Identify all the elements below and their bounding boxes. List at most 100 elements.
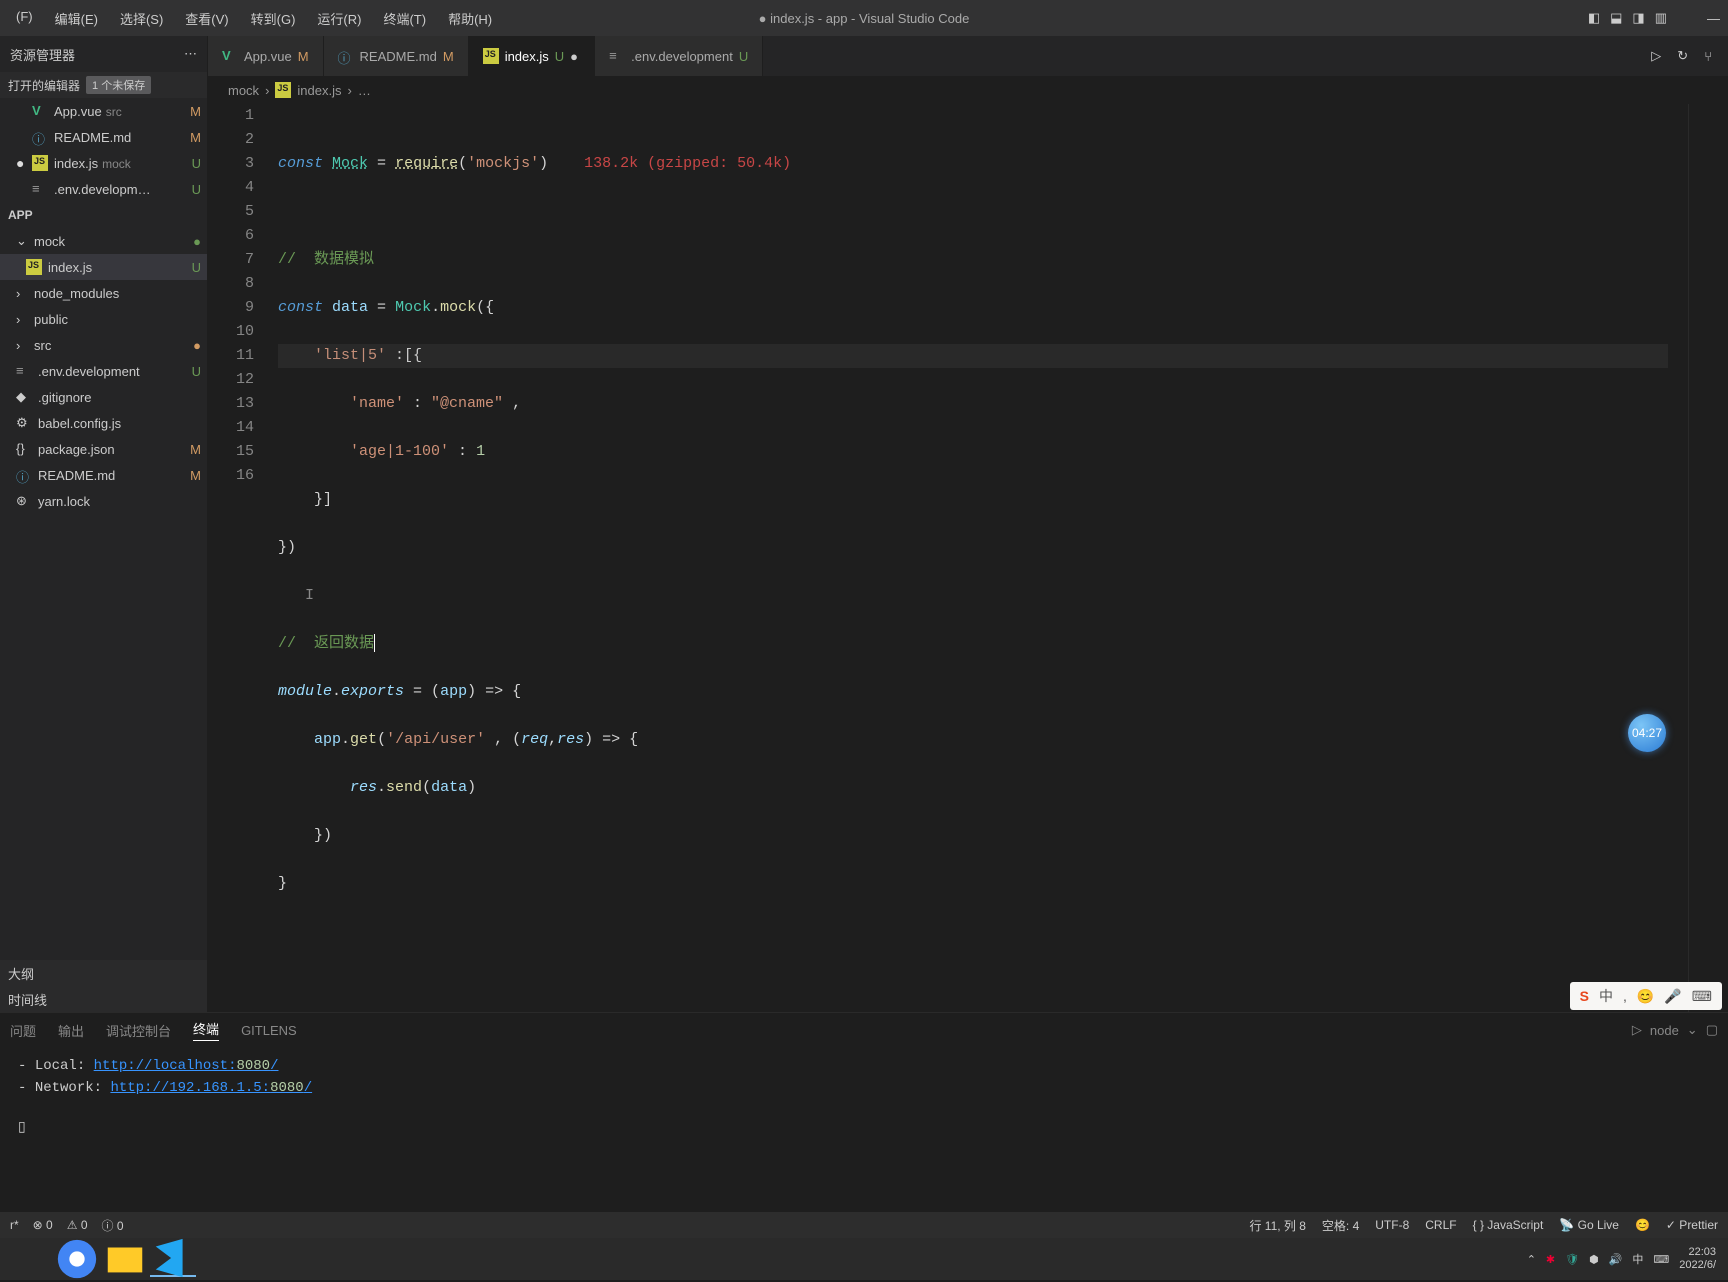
- menu-view[interactable]: 查看(V): [175, 5, 238, 32]
- editor-tab[interactable]: V App.vue M: [208, 36, 324, 76]
- chrome-icon[interactable]: [54, 1241, 100, 1277]
- editor-tab[interactable]: ⓘ README.md M: [324, 36, 469, 76]
- file-item[interactable]: ≡.env.development U: [0, 358, 207, 384]
- panel-tab-problems[interactable]: 问题: [10, 1021, 36, 1040]
- md-icon: ⓘ: [32, 129, 48, 145]
- file-item[interactable]: ⓘREADME.md M: [0, 462, 207, 488]
- status-warnings[interactable]: ⚠ 0: [67, 1218, 88, 1232]
- status-indent[interactable]: 空格: 4: [1322, 1217, 1359, 1234]
- vscode-icon[interactable]: [150, 1241, 196, 1277]
- explorer-icon[interactable]: [102, 1241, 148, 1277]
- folder-item[interactable]: ›node_modules: [0, 280, 207, 306]
- editor-tab[interactable]: JS index.js U ●: [469, 36, 595, 76]
- file-item[interactable]: ⚙babel.config.js: [0, 410, 207, 436]
- ime-keyboard-icon[interactable]: ⌨: [1692, 988, 1712, 1005]
- folder-item[interactable]: ›public: [0, 306, 207, 332]
- tray-ime[interactable]: 中: [1632, 1251, 1643, 1267]
- terminal-split-icon[interactable]: ⌄: [1687, 1022, 1698, 1038]
- breadcrumb-folder[interactable]: mock: [228, 83, 259, 98]
- tray-shield-icon[interactable]: 🛡: [1565, 1253, 1579, 1266]
- status-info[interactable]: ⓘ 0: [102, 1217, 124, 1234]
- file-item[interactable]: ⊛yarn.lock: [0, 488, 207, 514]
- sidebar: 资源管理器 ⋯ 打开的编辑器 1 个未保存 V App.vuesrc M ⓘ R…: [0, 36, 208, 1012]
- menu-select[interactable]: 选择(S): [110, 5, 173, 32]
- history-icon[interactable]: ↻: [1677, 48, 1688, 64]
- clock-time[interactable]: 22:03: [1679, 1246, 1716, 1259]
- open-editor-item[interactable]: ● JS index.jsmock U: [0, 150, 207, 176]
- diff-icon[interactable]: ⑂: [1704, 49, 1712, 64]
- js-icon: JS: [275, 82, 291, 98]
- timeline-section[interactable]: 时间线: [0, 986, 207, 1012]
- layout-bottom-icon[interactable]: ⬓: [1610, 10, 1622, 26]
- editor[interactable]: 12345678910111213141516 const Mock = req…: [208, 104, 1728, 1012]
- current-line-highlight: [278, 344, 1668, 368]
- panel-tab-debug[interactable]: 调试控制台: [106, 1021, 171, 1040]
- status-golive[interactable]: 📡 Go Live: [1559, 1218, 1619, 1232]
- layout-right-icon[interactable]: ◨: [1632, 10, 1644, 26]
- status-eol[interactable]: CRLF: [1425, 1218, 1456, 1232]
- more-icon[interactable]: ⋯: [184, 46, 197, 62]
- layout-grid-icon[interactable]: ▥: [1655, 10, 1667, 26]
- tray-icon[interactable]: ⬢: [1589, 1253, 1599, 1266]
- file-item[interactable]: {}package.json M: [0, 436, 207, 462]
- ime-emoji-icon[interactable]: 😊: [1637, 988, 1654, 1005]
- timeline-label: 时间线: [8, 990, 201, 1009]
- vcs-status: U: [181, 260, 201, 275]
- terminal-icon[interactable]: ▷: [1632, 1022, 1642, 1038]
- ime-floating-bar[interactable]: S 中 , 😊 🎤 ⌨: [1570, 982, 1722, 1010]
- menu-goto[interactable]: 转到(G): [241, 5, 306, 32]
- outline-section[interactable]: 大纲: [0, 960, 207, 986]
- layout-left-icon[interactable]: ◧: [1588, 10, 1600, 26]
- code-content[interactable]: const Mock = require('mockjs') 138.2k (g…: [278, 104, 1688, 1012]
- tray-up-icon[interactable]: ⌃: [1527, 1253, 1536, 1266]
- status-feedback-icon[interactable]: 😊: [1635, 1218, 1650, 1232]
- breadcrumb[interactable]: mock › JS index.js › …: [208, 76, 1728, 104]
- breadcrumb-more[interactable]: …: [358, 83, 371, 98]
- run-icon[interactable]: ▷: [1651, 48, 1661, 64]
- status-position[interactable]: 行 11, 列 8: [1249, 1217, 1305, 1234]
- start-button[interactable]: [6, 1241, 52, 1277]
- window-min-icon[interactable]: —: [1707, 11, 1720, 26]
- breadcrumb-file[interactable]: index.js: [297, 83, 341, 98]
- tray-icon[interactable]: ✱: [1546, 1253, 1555, 1266]
- open-editor-item[interactable]: V App.vuesrc M: [0, 98, 207, 124]
- js-icon: JS: [26, 259, 42, 275]
- menu-help[interactable]: 帮助(H): [438, 5, 502, 32]
- menu-run[interactable]: 运行(R): [307, 5, 371, 32]
- status-prettier[interactable]: ✓ Prettier: [1666, 1218, 1718, 1232]
- ime-mic-icon[interactable]: 🎤: [1664, 988, 1681, 1005]
- status-errors[interactable]: ⊗ 0: [33, 1218, 53, 1232]
- file-item[interactable]: ◆.gitignore: [0, 384, 207, 410]
- clock-date[interactable]: 2022/6/: [1679, 1259, 1716, 1272]
- status-branch[interactable]: r*: [10, 1218, 19, 1232]
- open-editors-list: V App.vuesrc M ⓘ README.md M● JS index.j…: [0, 98, 207, 202]
- editor-tab[interactable]: ≡ .env.development U: [595, 36, 763, 76]
- panel-tab-output[interactable]: 输出: [58, 1021, 84, 1040]
- terminal-body[interactable]: - Local: http://localhost:8080/ - Networ…: [0, 1047, 1728, 1212]
- folder-item[interactable]: ⌄mock ●: [0, 228, 207, 254]
- menu-edit[interactable]: 编辑(E): [45, 5, 108, 32]
- open-editors-header[interactable]: 打开的编辑器 1 个未保存: [0, 72, 207, 98]
- main-layout: 资源管理器 ⋯ 打开的编辑器 1 个未保存 V App.vuesrc M ⓘ R…: [0, 36, 1728, 1012]
- recording-overlay[interactable]: 04:27: [1628, 714, 1666, 752]
- ime-punct[interactable]: ,: [1623, 988, 1627, 1004]
- ime-lang[interactable]: 中: [1599, 986, 1613, 1006]
- folder-item[interactable]: ›src ●: [0, 332, 207, 358]
- panel-maximize-icon[interactable]: ▢: [1706, 1022, 1718, 1038]
- minimap[interactable]: [1688, 104, 1728, 1012]
- status-encoding[interactable]: UTF-8: [1375, 1218, 1409, 1232]
- file-item[interactable]: JSindex.js U: [0, 254, 207, 280]
- tray-volume-icon[interactable]: 🔊: [1609, 1253, 1623, 1266]
- menu-terminal[interactable]: 终端(T): [373, 5, 436, 32]
- tray-keyboard-icon[interactable]: ⌨: [1653, 1253, 1669, 1266]
- menu-bar: (F) 编辑(E) 选择(S) 查看(V) 转到(G) 运行(R) 终端(T) …: [6, 5, 502, 32]
- item-label: yarn.lock: [38, 494, 175, 509]
- panel-tab-terminal[interactable]: 终端: [193, 1019, 219, 1041]
- panel-tab-gitlens[interactable]: GITLENS: [241, 1023, 297, 1038]
- status-language[interactable]: { } JavaScript: [1473, 1218, 1544, 1232]
- open-editor-item[interactable]: ≡ .env.developm… U: [0, 176, 207, 202]
- menu-file[interactable]: (F): [6, 5, 43, 32]
- folder-header[interactable]: APP: [0, 202, 207, 228]
- terminal-name[interactable]: node: [1650, 1023, 1679, 1038]
- open-editor-item[interactable]: ⓘ README.md M: [0, 124, 207, 150]
